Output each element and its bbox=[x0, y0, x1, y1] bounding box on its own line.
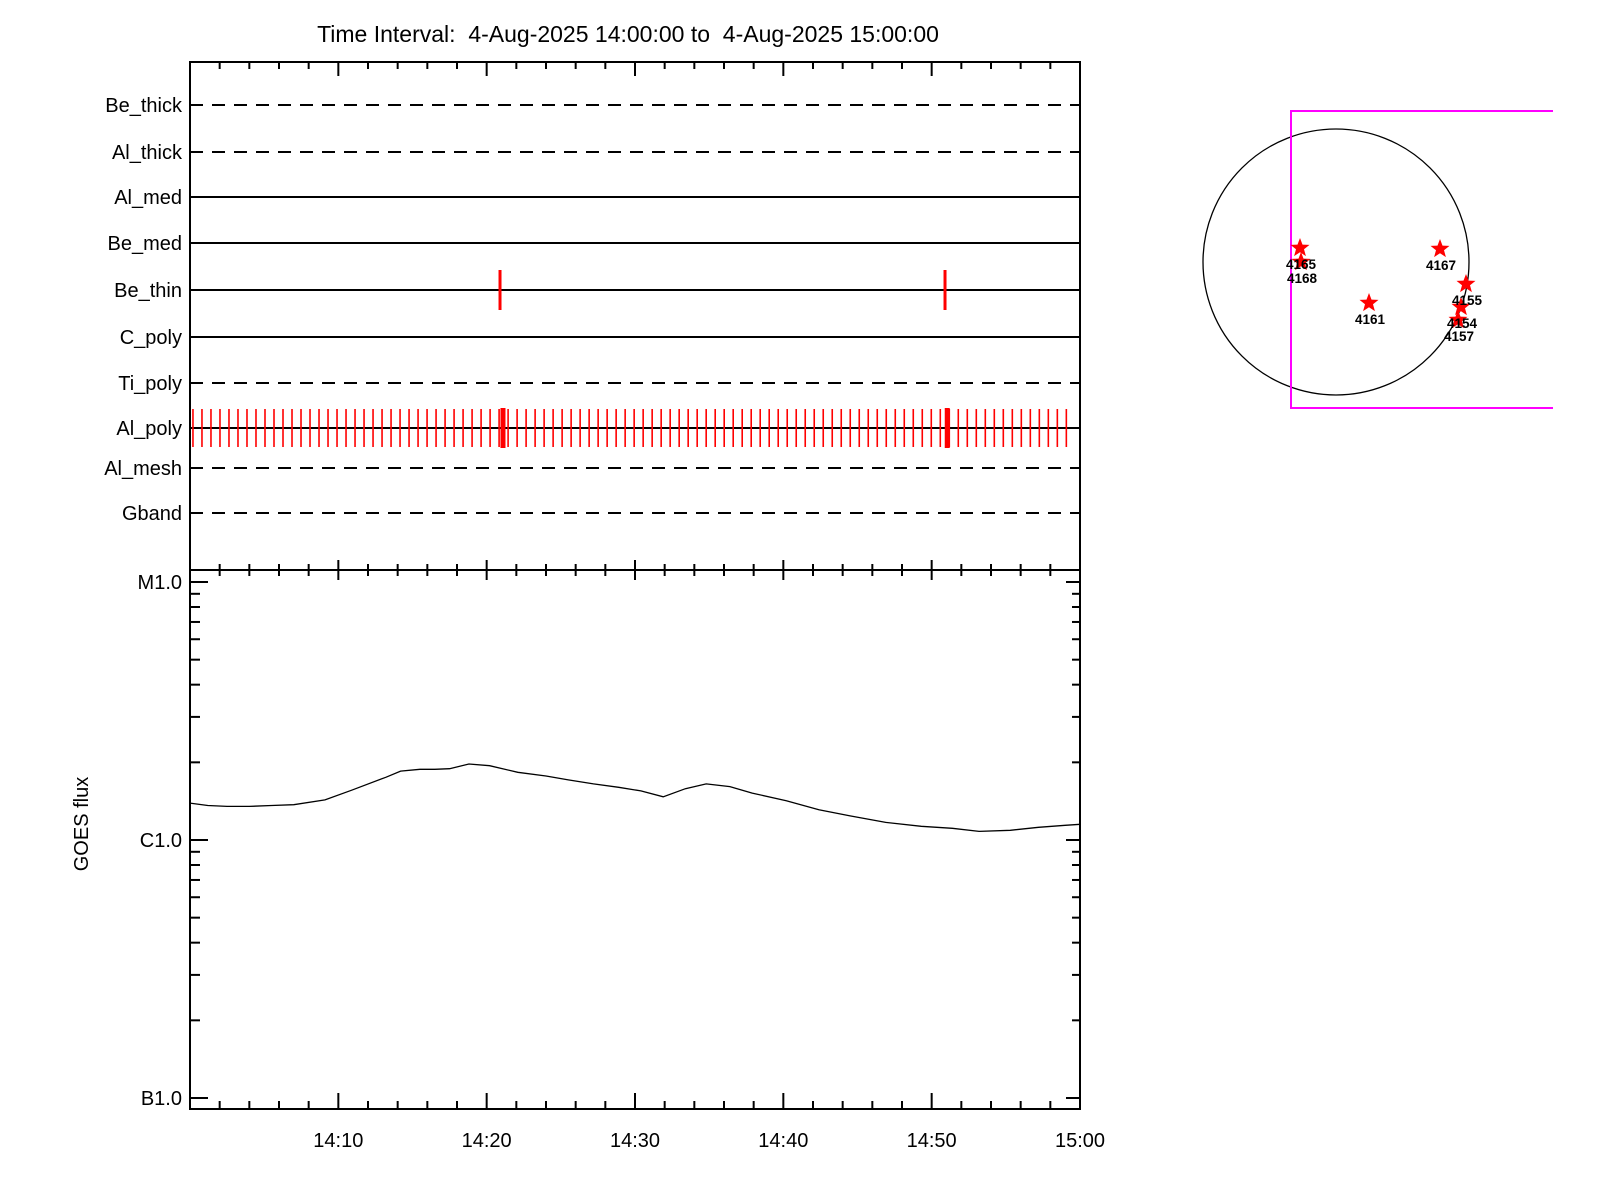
filter-label: Al_mesh bbox=[104, 458, 182, 480]
filter-row-Be_thin: Be_thin bbox=[114, 270, 1080, 310]
active-region-star bbox=[1360, 293, 1379, 311]
goes-flux-panel: M1.0 C1.0 B1.0 GOES flux 14:10 14:20 14:30 14:4… bbox=[71, 570, 1105, 1152]
filter-label: C_poly bbox=[120, 327, 182, 349]
filter-row-Be_med: Be_med bbox=[108, 233, 1081, 255]
goes-xtick-label: 14:10 bbox=[313, 1130, 363, 1152]
goes-flux-curve bbox=[190, 764, 1080, 831]
figure-svg: Time Interval: 4-Aug-2025 14:00:00 to 4-… bbox=[0, 0, 1600, 1200]
filter-row-C_poly: C_poly bbox=[120, 327, 1080, 349]
filter-row-Gband: Gband bbox=[122, 503, 1080, 525]
filter-label: Gband bbox=[122, 503, 182, 525]
goes-xtick-label: 14:30 bbox=[610, 1130, 660, 1152]
goes-xtick-label: 14:20 bbox=[462, 1130, 512, 1152]
active-region-label: 4155 bbox=[1452, 293, 1483, 308]
goes-ytick-label: B1.0 bbox=[141, 1088, 182, 1110]
goes-ylabel: GOES flux bbox=[71, 777, 93, 871]
filter-timeline-panel: Be_thick Al_thick Al_med Be_med Be_thin C_pol… bbox=[104, 62, 1080, 580]
active-region-label: 4157 bbox=[1444, 329, 1474, 344]
filter-label: Ti_poly bbox=[118, 373, 182, 395]
filter-label: Al_med bbox=[114, 187, 182, 209]
goes-xtick-label: 14:50 bbox=[907, 1130, 957, 1152]
goes-xtick-label: 14:40 bbox=[758, 1130, 808, 1152]
goes-ytick-label: M1.0 bbox=[138, 572, 182, 594]
filter-row-Al_mesh: Al_mesh bbox=[104, 458, 1080, 480]
filter-row-Al_thick: Al_thick bbox=[112, 142, 1080, 164]
active-region-label: 4161 bbox=[1355, 312, 1386, 327]
filter-label: Be_thin bbox=[114, 280, 182, 302]
figure-title: Time Interval: 4-Aug-2025 14:00:00 to 4-… bbox=[317, 21, 939, 47]
filter-row-Ti_poly: Ti_poly bbox=[118, 373, 1080, 395]
active-region-star bbox=[1431, 239, 1450, 257]
goes-panel-frame bbox=[190, 570, 1080, 1109]
filter-label: Be_thick bbox=[105, 95, 183, 117]
solar-observation-figure: Time Interval: 4-Aug-2025 14:00:00 to 4-… bbox=[0, 0, 1600, 1200]
active-region-label: 4165 bbox=[1286, 257, 1317, 272]
filter-panel-frame bbox=[190, 62, 1080, 570]
goes-ytick-label: C1.0 bbox=[140, 830, 182, 852]
goes-xtick-label: 15:00 bbox=[1055, 1130, 1105, 1152]
filter-row-Be_thick: Be_thick bbox=[105, 95, 1080, 117]
filter-row-Al_poly: Al_poly bbox=[116, 408, 1080, 448]
active-region-star bbox=[1291, 238, 1310, 256]
filter-label: Al_poly bbox=[116, 418, 182, 440]
sun-map: 4165416841674155415441574161 bbox=[1203, 111, 1553, 408]
active-region-label: 4168 bbox=[1287, 271, 1318, 286]
filter-label: Al_thick bbox=[112, 142, 183, 164]
filter-row-Al_med: Al_med bbox=[114, 187, 1080, 209]
active-region-label: 4167 bbox=[1426, 258, 1456, 273]
filter-label: Be_med bbox=[108, 233, 183, 255]
